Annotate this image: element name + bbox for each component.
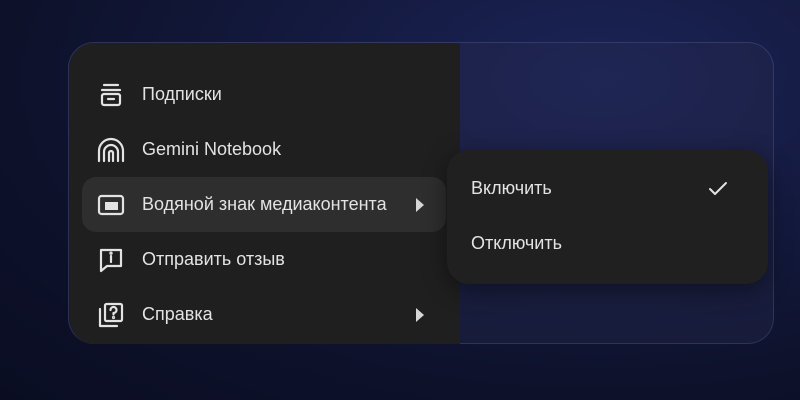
help-icon xyxy=(96,300,126,330)
menu-item-label: Подписки xyxy=(142,84,222,104)
notebook-icon xyxy=(96,135,126,165)
submenu-item-disable[interactable]: Отключить xyxy=(447,216,768,271)
subscriptions-icon xyxy=(96,80,126,110)
submenu-item-label: Включить xyxy=(471,178,552,198)
feedback-icon xyxy=(96,245,126,275)
menu-item-label: Отправить отзыв xyxy=(142,249,285,269)
menu-item-label: Gemini Notebook xyxy=(142,139,282,159)
menu-item-label: Водяной знак медиаконтента xyxy=(142,194,387,214)
submenu-item-label: Отключить xyxy=(471,233,562,253)
submenu-item-enable[interactable]: Включить xyxy=(447,161,768,216)
menu-item-subscriptions[interactable]: Подписки xyxy=(82,67,446,122)
menu-item-gemini-notebook[interactable]: Gemini Notebook xyxy=(82,122,446,177)
menu-item-help[interactable]: Справка xyxy=(82,287,446,342)
menu-item-send-feedback[interactable]: Отправить отзыв xyxy=(82,232,446,287)
watermark-submenu: Включить Отключить xyxy=(447,150,768,284)
submenu-arrow-icon xyxy=(416,307,424,322)
watermark-icon xyxy=(96,190,126,220)
check-icon xyxy=(708,180,728,198)
settings-menu: Подписки Gemini Notebook Водяной знак ме… xyxy=(70,43,460,344)
menu-item-media-watermark[interactable]: Водяной знак медиаконтента xyxy=(82,177,446,232)
menu-item-label: Справка xyxy=(142,304,213,324)
submenu-arrow-icon xyxy=(416,197,424,212)
